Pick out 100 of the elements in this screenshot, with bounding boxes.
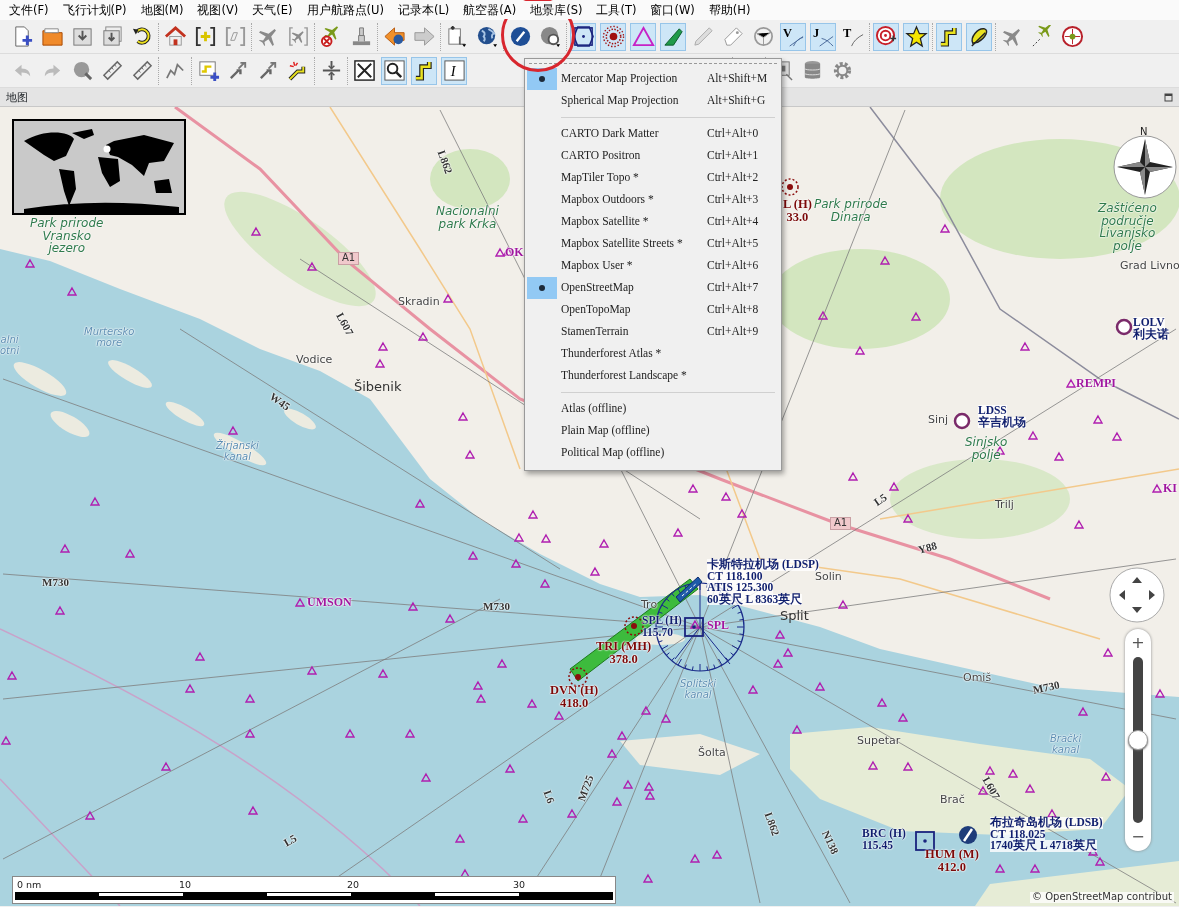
dotted-circle-icon[interactable]: [600, 22, 626, 51]
shortcut-label: Ctrl+Alt+0: [707, 126, 759, 142]
zoom-in-button[interactable]: +: [1128, 633, 1148, 653]
zoom-out-button[interactable]: −: [1128, 827, 1148, 847]
shortcut-label: Ctrl+Alt+5: [707, 236, 759, 252]
target-icon[interactable]: [873, 22, 899, 51]
shortcut-label: Ctrl+Alt+6: [707, 258, 759, 274]
island: [50, 411, 90, 437]
menu-item[interactable]: CARTO Positron Ctrl+Alt+1: [527, 145, 779, 167]
shortcut-label: Alt+Shift+G: [707, 93, 766, 109]
airport-icon[interactable]: [959, 826, 977, 844]
park-label: Park prirode: [814, 198, 888, 211]
pin-pencil-icon[interactable]: [966, 22, 992, 51]
airport-ring-icon[interactable]: [953, 412, 971, 430]
road-shield-label: A1: [830, 517, 852, 530]
airport-label[interactable]: 卡斯特拉机场 (LDSP): [707, 559, 819, 571]
airway-label: L607: [333, 311, 356, 338]
zoom-slider-thumb[interactable]: [1128, 730, 1148, 750]
navaid-label[interactable]: 418.0: [550, 697, 599, 711]
float-panel-icon[interactable]: [1164, 92, 1173, 102]
ndb-icon[interactable]: [568, 667, 588, 687]
navaid-label[interactable]: HUM (M): [925, 848, 979, 862]
search-icon[interactable]: [381, 56, 407, 85]
road-shield-label: A1: [338, 252, 360, 265]
menu-item[interactable]: Mercator Map Projection Alt+Shift+M: [527, 68, 779, 90]
menu-item[interactable]: OpenTopoMap Ctrl+Alt+8: [527, 299, 779, 321]
navaid-label[interactable]: 378.0: [596, 653, 652, 667]
shortcut-label: Ctrl+Alt+2: [707, 170, 759, 186]
navaid-label[interactable]: 33.0: [783, 211, 812, 225]
navaid-label[interactable]: L (H): [783, 198, 812, 212]
water-label: Splitski: [680, 679, 716, 690]
ndb-icon[interactable]: [781, 178, 799, 196]
vor-icon[interactable]: [684, 617, 704, 637]
italic-icon[interactable]: I: [441, 56, 467, 85]
menu-item[interactable]: Political Map (offline): [527, 442, 779, 464]
navaid-label[interactable]: 412.0: [925, 861, 979, 875]
menu-item[interactable]: Mapbox User * Ctrl+Alt+6: [527, 255, 779, 277]
island: [108, 360, 152, 388]
airport-label[interactable]: 辛吉机场: [978, 416, 1026, 428]
airway-label: M725: [576, 773, 597, 803]
airway-label: L862: [762, 811, 782, 838]
j-lines-icon[interactable]: J: [810, 22, 836, 51]
airway-label: W45: [267, 391, 292, 414]
airport-label[interactable]: LDSS: [978, 405, 1007, 417]
water-label: kanal: [1051, 744, 1081, 755]
menu-item[interactable]: OpenStreetMap Ctrl+Alt+7: [527, 277, 779, 299]
park-label: polje: [971, 448, 1001, 462]
menu-item[interactable]: Atlas (offline): [527, 398, 779, 420]
airport-label[interactable]: ATIS 125.300: [707, 582, 774, 594]
airport-label[interactable]: LOLV: [1133, 317, 1165, 329]
airport-label[interactable]: 利夫诺: [1133, 328, 1169, 340]
shortcut-label: Ctrl+Alt+4: [707, 214, 759, 230]
zigzag-icon[interactable]: [936, 22, 962, 51]
airway-label: Y88: [917, 540, 939, 557]
menu-item[interactable]: Mapbox Satellite * Ctrl+Alt+4: [527, 211, 779, 233]
park-label: polje: [1112, 239, 1142, 253]
place-label: Grad Livno: [1120, 260, 1179, 272]
menu-item[interactable]: Mapbox Outdoors * Ctrl+Alt+3: [527, 189, 779, 211]
town-label: Šibenik: [354, 380, 402, 394]
town-label: Split: [780, 609, 809, 623]
shortcut-label: Alt+Shift+M: [707, 71, 768, 87]
runway-icon[interactable]: [675, 576, 703, 603]
scale-label: 30: [513, 878, 526, 892]
menu-item[interactable]: Plain Map (offline): [527, 420, 779, 442]
pan-control[interactable]: [1109, 567, 1165, 623]
water-label: more: [95, 337, 124, 348]
waypoint-label: KI: [1163, 482, 1177, 495]
navaid-label[interactable]: BRC (H): [862, 827, 906, 840]
park-label: Livanjsko: [1098, 227, 1157, 240]
airport-ring-icon[interactable]: [1115, 318, 1133, 336]
pin-icon[interactable]: [660, 22, 686, 51]
airport-label[interactable]: 布拉奇岛机场 (LDSB): [990, 817, 1103, 829]
scale-label: 20: [347, 878, 360, 892]
airport-label[interactable]: 1740英尺 L 4718英尺: [990, 840, 1097, 852]
compass-icon: [1113, 135, 1177, 199]
menu-item[interactable]: Thunderforest Landscape *: [527, 365, 779, 387]
star-icon[interactable]: [903, 22, 929, 51]
place-label: Supetar: [857, 735, 901, 747]
airway-label: L5: [872, 491, 890, 509]
menu-item[interactable]: Spherical Map Projection Alt+Shift+G: [527, 90, 779, 112]
navaid-label[interactable]: DVN (H): [550, 684, 599, 698]
menu-item[interactable]: Thunderforest Atlas *: [527, 343, 779, 365]
menu-item[interactable]: MapTiler Topo * Ctrl+Alt+2: [527, 167, 779, 189]
zoom-slider[interactable]: + −: [1125, 629, 1151, 851]
airway-label: M730: [483, 601, 510, 613]
water-label: Brački: [1050, 734, 1082, 745]
place-label: Skradin: [398, 296, 440, 308]
menu-item[interactable]: StamenTerrain Ctrl+Alt+9: [527, 321, 779, 343]
navaid-label[interactable]: 115.45: [862, 839, 906, 852]
vor-icon[interactable]: [915, 831, 935, 851]
park-label: Dinara: [829, 210, 871, 224]
airway-label: L6: [541, 789, 557, 805]
water-label: Žirjanski: [216, 441, 259, 452]
waypoint-label: SPL: [707, 619, 729, 632]
zigzag-icon[interactable]: [411, 56, 437, 85]
menu-item[interactable]: Mapbox Satellite Streets * Ctrl+Alt+5: [527, 233, 779, 255]
place-label: Sinj: [928, 414, 949, 426]
v-lines-icon[interactable]: V: [780, 22, 806, 51]
navaid-label[interactable]: TRI (MH): [596, 640, 652, 654]
menu-item[interactable]: CARTO Dark Matter Ctrl+Alt+0: [527, 123, 779, 145]
